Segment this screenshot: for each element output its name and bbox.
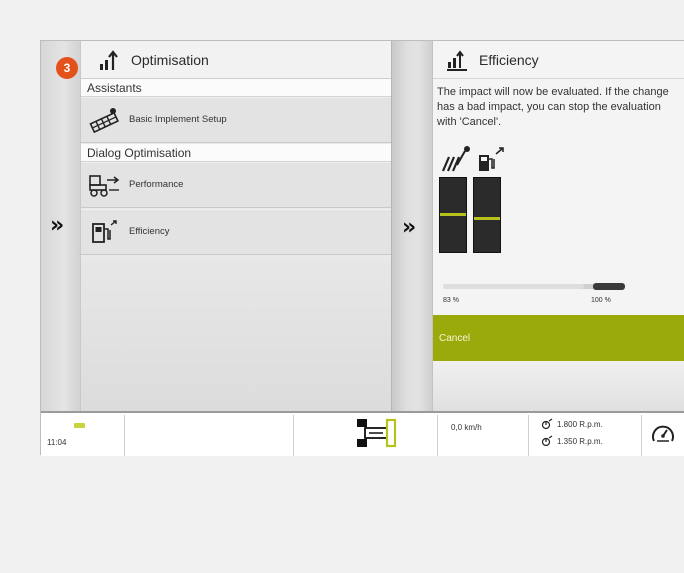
speedometer-icon[interactable]: [651, 423, 675, 445]
progress-start-label: 83 %: [443, 297, 459, 304]
bar-marker: [440, 213, 466, 216]
cancel-button[interactable]: Cancel: [433, 315, 684, 361]
empty-list-area: [81, 259, 391, 411]
status-led-icon: [74, 423, 85, 428]
menu-item-efficiency[interactable]: Efficiency: [81, 209, 391, 255]
progress-indicator: [593, 283, 625, 290]
expand-chevron-icon[interactable]: »: [402, 215, 416, 240]
menu-item-performance[interactable]: Performance: [81, 162, 391, 208]
divider: [437, 415, 438, 456]
speed-readout: 0,0 km/h: [451, 423, 482, 432]
menu-item-label: Performance: [129, 179, 184, 190]
optimisation-icon: [100, 49, 118, 70]
performance-icon: [89, 174, 120, 197]
menu-item-label: Basic Implement Setup: [129, 114, 227, 125]
pto-rpm: 1.350 R.p.m.: [541, 435, 603, 447]
section-assistants: Assistants: [81, 79, 391, 97]
rpm-value-1: 1.800 R.p.m.: [557, 419, 603, 429]
panel-divider[interactable]: »: [391, 41, 433, 411]
progress-end-label: 100 %: [591, 297, 611, 304]
efficiency-icon: [447, 49, 467, 71]
divider: [293, 415, 294, 456]
divider: [641, 415, 642, 456]
work-rate-icon: [441, 146, 470, 172]
optimisation-header: Optimisation: [81, 41, 391, 79]
fuel-efficiency-icon: [92, 219, 117, 243]
section-dialog-optimisation: Dialog Optimisation: [81, 144, 391, 162]
implement-setup-icon: [89, 107, 119, 133]
fuel-consumption-bar: [473, 177, 501, 253]
expand-chevron-icon[interactable]: »: [50, 213, 64, 238]
rpm-value-2: 1.350 R.p.m.: [557, 436, 603, 446]
progress-fill: [443, 284, 584, 289]
work-rate-bar: [439, 177, 467, 253]
efficiency-panel: Efficiency The impact will now be evalua…: [433, 41, 684, 411]
bar-marker: [474, 217, 500, 220]
evaluation-description: The impact will now be evaluated. If the…: [437, 86, 669, 128]
pto-rpm-icon: [541, 435, 553, 447]
engine-rpm: 1.800 R.p.m.: [541, 418, 603, 430]
step-number-badge: 3: [56, 57, 78, 79]
menu-item-label: Efficiency: [129, 226, 170, 237]
optimisation-panel: Optimisation Assistants Basic Implement …: [81, 41, 391, 411]
empty-area: [433, 361, 684, 411]
engine-rpm-icon: [541, 418, 553, 430]
panel-title: Efficiency: [479, 51, 539, 68]
bar-icons: [441, 146, 504, 172]
status-bar: 11:04 0,0 km/h 1.800 R.p.m. 1.350 R.p.m.: [41, 411, 684, 456]
fuel-consumption-icon: [479, 147, 504, 171]
divider: [528, 415, 529, 456]
evaluation-progress-bar: [443, 283, 625, 290]
clock: 11:04: [47, 438, 67, 447]
divider: [124, 415, 125, 456]
terminal-screen: » Optimisation Assistants Basic Implemen…: [40, 40, 684, 456]
efficiency-header: Efficiency: [433, 41, 684, 79]
menu-item-basic-implement-setup[interactable]: Basic Implement Setup: [81, 97, 391, 143]
tractor-icon[interactable]: [353, 417, 401, 449]
page-title: Optimisation: [131, 51, 209, 68]
left-expand-strip[interactable]: »: [41, 41, 81, 411]
